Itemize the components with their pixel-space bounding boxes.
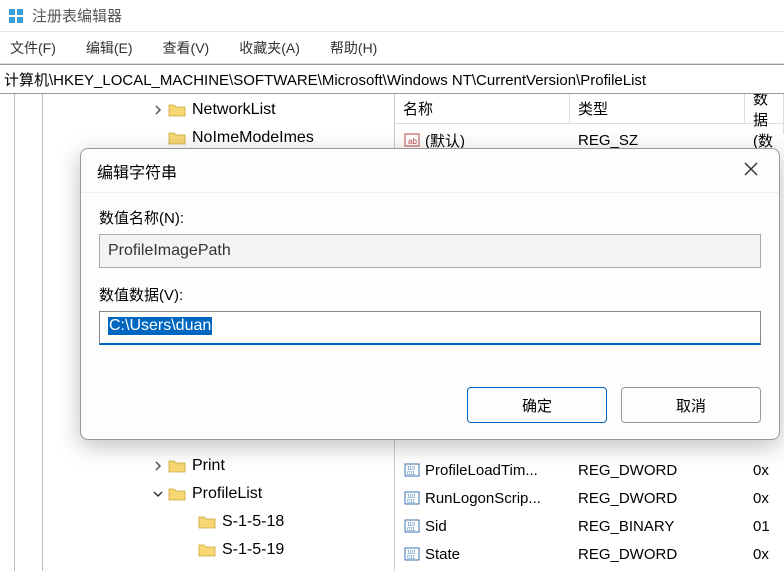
value-data: 0x <box>749 544 784 565</box>
list-row[interactable]: 110011ProfileLoadTim... REG_DWORD0x <box>395 456 784 484</box>
close-icon[interactable] <box>743 161 763 181</box>
tree-item-label: S-1-5-18 <box>222 513 284 531</box>
chevron-none <box>180 542 196 558</box>
tree-item-label: ProfileList <box>192 485 262 503</box>
value-name: Sid <box>425 518 447 535</box>
window-title: 注册表编辑器 <box>32 5 122 26</box>
list-row[interactable]: 110011State REG_DWORD0x <box>395 540 784 568</box>
value-data-input[interactable]: C:\Users\duan <box>99 311 761 345</box>
dialog-footer: 确定 取消 <box>81 379 779 439</box>
menu-view[interactable]: 查看(V) <box>157 34 216 62</box>
value-type: REG_BINARY <box>574 516 749 537</box>
tree-item[interactable]: S-1-5-20 <box>0 564 394 571</box>
dialog-title: 编辑字符串 <box>97 159 177 183</box>
tree-item[interactable]: S-1-5-19 <box>0 536 394 564</box>
cancel-button[interactable]: 取消 <box>621 387 761 423</box>
svg-text:011: 011 <box>407 499 415 505</box>
value-type: REG_DWORD <box>574 460 749 481</box>
list-header: 名称 类型 数据 <box>395 94 784 124</box>
value-data: 0x <box>749 460 784 481</box>
value-data-selected-text: C:\Users\duan <box>108 317 212 335</box>
value-name-input[interactable] <box>99 234 761 268</box>
chevron-none <box>180 514 196 530</box>
menu-file[interactable]: 文件(F) <box>4 34 62 62</box>
value-data-label: 数值数据(V): <box>99 284 761 305</box>
binary-value-icon: 110011 <box>403 545 421 563</box>
menu-favorites[interactable]: 收藏夹(A) <box>233 34 306 62</box>
menubar: 文件(F) 编辑(E) 查看(V) 收藏夹(A) 帮助(H) <box>0 32 784 64</box>
value-name: RunLogonScrip... <box>425 490 541 507</box>
tree-item[interactable]: ProfileList <box>0 480 394 508</box>
binary-value-icon: 110011 <box>403 461 421 479</box>
chevron-none <box>150 130 166 146</box>
tree-item[interactable]: Print <box>0 452 394 480</box>
tree-item[interactable]: S-1-5-18 <box>0 508 394 536</box>
path-text: 计算机\HKEY_LOCAL_MACHINE\SOFTWARE\Microsof… <box>4 69 646 90</box>
list-row[interactable]: 110011Sid REG_BINARY01 <box>395 512 784 540</box>
col-header-name[interactable]: 名称 <box>395 94 570 123</box>
tree-item-label: NoImeModeImes <box>192 129 314 147</box>
value-data: 01 <box>749 516 784 537</box>
edit-string-dialog: 编辑字符串 数值名称(N): 数值数据(V): C:\Users\duan 确定… <box>80 148 780 440</box>
col-header-type[interactable]: 类型 <box>570 94 745 123</box>
chevron-down-icon[interactable] <box>150 486 166 502</box>
dialog-body: 数值名称(N): 数值数据(V): C:\Users\duan <box>81 193 779 379</box>
tree-item-label: Print <box>192 457 225 475</box>
app-icon <box>8 8 24 24</box>
folder-icon <box>198 514 216 530</box>
folder-icon <box>168 458 186 474</box>
menu-help[interactable]: 帮助(H) <box>324 34 383 62</box>
list-row[interactable]: 110011RunLogonScrip... REG_DWORD0x <box>395 484 784 512</box>
folder-icon <box>168 486 186 502</box>
tree-item-label: S-1-5-19 <box>222 541 284 559</box>
chevron-right-icon[interactable] <box>150 102 166 118</box>
svg-text:011: 011 <box>407 527 415 533</box>
binary-value-icon: 110011 <box>403 489 421 507</box>
chevron-right-icon[interactable] <box>150 458 166 474</box>
tree-item[interactable]: NetworkList <box>0 96 394 124</box>
value-name-label: 数值名称(N): <box>99 207 761 228</box>
svg-text:011: 011 <box>407 555 415 561</box>
folder-icon <box>198 542 216 558</box>
folder-icon <box>168 102 186 118</box>
value-name: ProfileLoadTim... <box>425 462 538 479</box>
svg-text:ab: ab <box>408 137 417 146</box>
binary-value-icon: 110011 <box>403 517 421 535</box>
path-bar[interactable]: 计算机\HKEY_LOCAL_MACHINE\SOFTWARE\Microsof… <box>0 64 784 94</box>
value-type: REG_DWORD <box>574 488 749 509</box>
value-name: State <box>425 546 460 563</box>
folder-icon <box>168 130 186 146</box>
tree-item-label: NetworkList <box>192 101 276 119</box>
ok-button[interactable]: 确定 <box>467 387 607 423</box>
string-value-icon: ab <box>403 131 421 149</box>
dialog-titlebar: 编辑字符串 <box>81 149 779 193</box>
titlebar: 注册表编辑器 <box>0 0 784 32</box>
menu-edit[interactable]: 编辑(E) <box>80 34 139 62</box>
svg-text:011: 011 <box>407 471 415 477</box>
value-type: REG_DWORD <box>574 544 749 565</box>
value-data: 0x <box>749 488 784 509</box>
